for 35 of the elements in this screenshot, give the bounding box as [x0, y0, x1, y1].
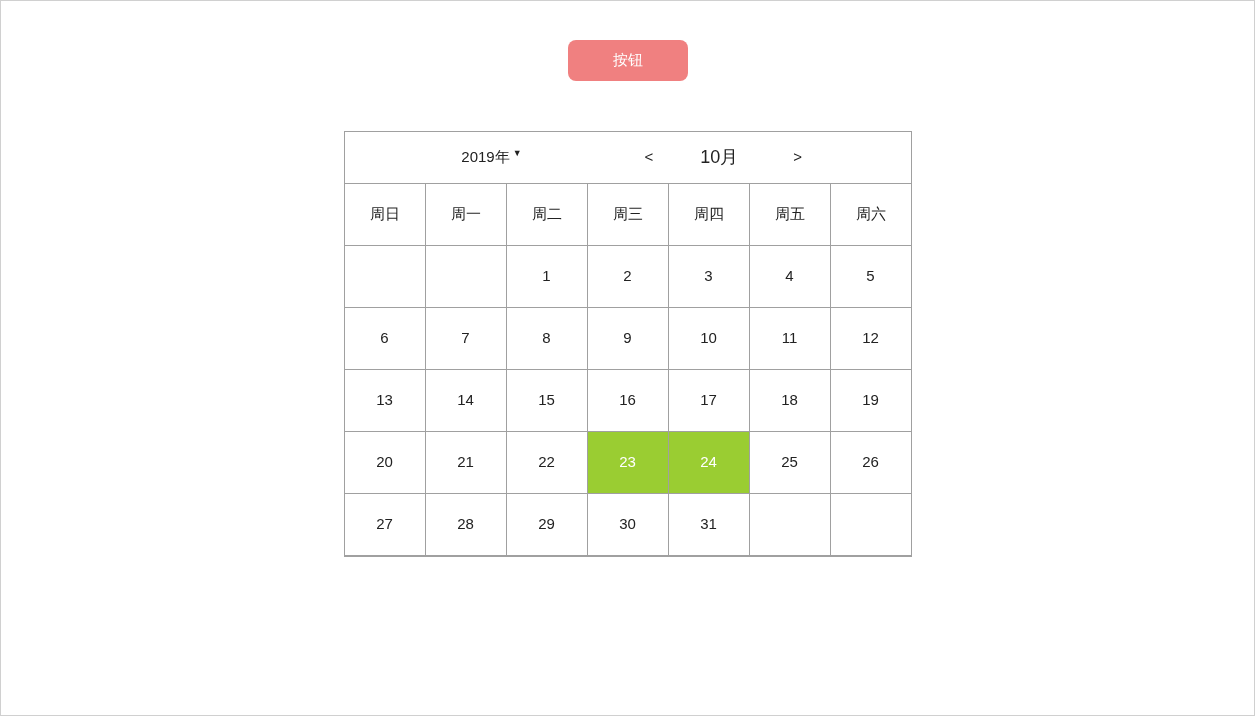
day-cell[interactable]: 18 [749, 370, 831, 432]
day-cell[interactable]: 28 [425, 494, 507, 557]
day-cell[interactable]: 10 [668, 308, 750, 370]
day-cell[interactable]: 15 [506, 370, 588, 432]
day-cell[interactable]: 19 [830, 370, 912, 432]
day-cell[interactable]: 4 [749, 246, 831, 308]
day-cell[interactable]: 30 [587, 494, 669, 557]
next-month-button[interactable]: > [792, 146, 804, 169]
day-cell[interactable]: 16 [587, 370, 669, 432]
day-cell[interactable]: 2 [587, 246, 669, 308]
year-dropdown[interactable]: 2019年 ▼ [461, 146, 522, 169]
day-cell[interactable]: 22 [506, 432, 588, 494]
day-cell[interactable]: 5 [830, 246, 912, 308]
day-cell[interactable]: 6 [344, 308, 426, 370]
day-cell[interactable]: 7 [425, 308, 507, 370]
day-cell[interactable]: 8 [506, 308, 588, 370]
month-label: 10月 [700, 146, 739, 169]
day-cell[interactable]: 26 [830, 432, 912, 494]
day-cell[interactable]: 20 [344, 432, 426, 494]
weekday-header: 周一 [425, 184, 507, 246]
day-cell[interactable]: 9 [587, 308, 669, 370]
previous-month-button[interactable]: < [643, 146, 655, 169]
day-cell[interactable]: 27 [344, 494, 426, 557]
day-cell[interactable]: 14 [425, 370, 507, 432]
day-cell[interactable]: 11 [749, 308, 831, 370]
day-cell[interactable]: 1 [506, 246, 588, 308]
day-cell[interactable]: 31 [668, 494, 750, 557]
day-cell[interactable]: 12 [830, 308, 912, 370]
day-cell[interactable]: 29 [506, 494, 588, 557]
day-cell[interactable]: 3 [668, 246, 750, 308]
weekday-header: 周日 [344, 184, 426, 246]
day-cell[interactable]: 25 [749, 432, 831, 494]
day-cell[interactable]: 17 [668, 370, 750, 432]
day-cell[interactable]: 21 [425, 432, 507, 494]
day-cell[interactable]: 13 [344, 370, 426, 432]
